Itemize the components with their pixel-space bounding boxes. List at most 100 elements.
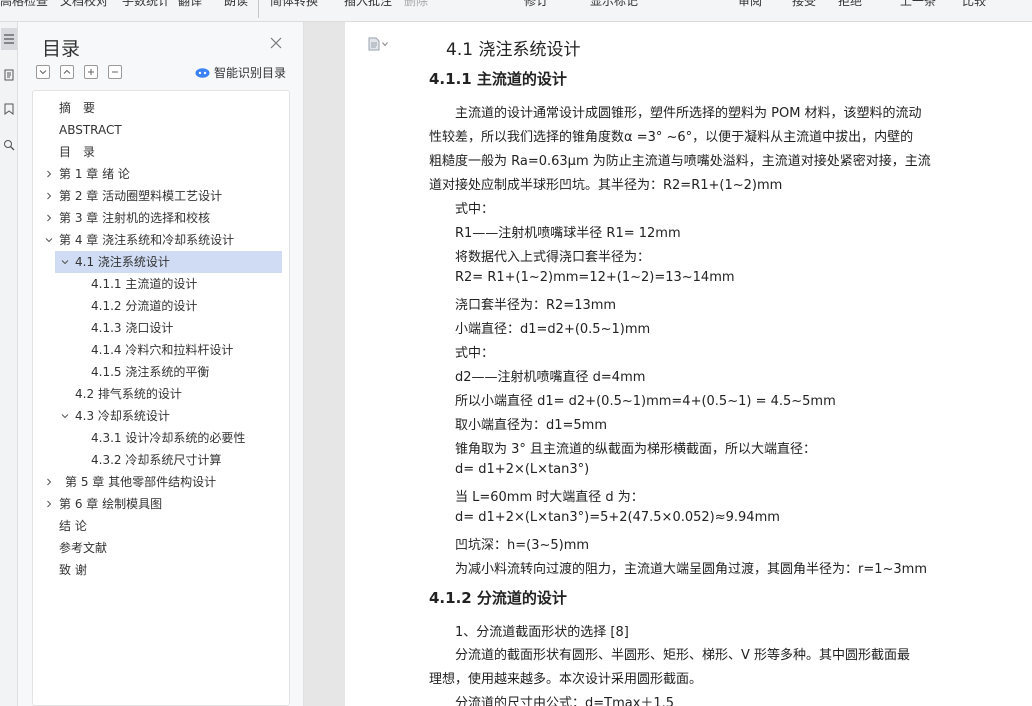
toc-item[interactable]: 4.1.5 浇注系统的平衡 — [33, 361, 289, 383]
toc-controls — [36, 65, 122, 79]
toc-item-label: 致 谢 — [59, 563, 87, 577]
toc-item[interactable]: 4.3 冷却系统设计 — [33, 405, 289, 427]
toc-item[interactable]: 4.1.2 分流道的设计 — [33, 295, 289, 317]
toc-item[interactable]: 第 1 章 绪 论 — [33, 163, 289, 185]
toc-item-label: ABSTRACT — [59, 123, 122, 137]
ribbon-item[interactable]: 翻译 — [178, 0, 202, 9]
chevron-right-icon[interactable] — [43, 207, 55, 229]
chevron-down-icon — [39, 70, 47, 75]
ribbon-item[interactable]: 拒绝 — [838, 0, 862, 9]
caret-down-icon — [382, 42, 388, 47]
close-toc-button[interactable] — [268, 35, 284, 51]
toc-item[interactable]: 摘 要 — [33, 97, 289, 119]
toc-item[interactable]: 参考文献 — [33, 537, 289, 559]
doc-paragraph: 当 L=60mm 时大端直径 d 为： — [455, 490, 644, 505]
toc-item[interactable]: 4.1.4 冷料穴和拉料杆设计 — [33, 339, 289, 361]
remove-heading-button[interactable] — [108, 65, 122, 79]
toc-item-selected[interactable]: 4.1 浇注系统设计 — [55, 251, 282, 273]
doc-paragraph: 所以小端直径 d1= d2+(0.5~1)mm=4+(0.5~1) = 4.5~… — [455, 394, 836, 409]
ribbon-item[interactable]: 修订 — [524, 0, 548, 9]
toc-item[interactable]: 4.1.3 浇口设计 — [33, 317, 289, 339]
ribbon-item[interactable]: 上一条 — [900, 0, 936, 9]
doc-paragraph: 式中： — [455, 346, 495, 361]
ribbon-item[interactable]: 朗读 — [224, 0, 248, 9]
toc-item[interactable]: 结 论 — [33, 515, 289, 537]
ribbon-item[interactable]: 高格检查 — [0, 0, 48, 9]
doc-paragraph: d= d1+2×(L×tan3°) — [455, 462, 590, 477]
toc-item[interactable]: 致 谢 — [33, 559, 289, 581]
doc-paragraph: 性较差，所以我们选择的锥角度数α =3° ~6°，以便于凝料从主流道中拔出，内壁… — [429, 130, 914, 145]
ribbon-item[interactable]: 插入批注 — [344, 0, 392, 9]
doc-paragraph: 道对接处应制成半球形凹坑。其半径为：R2=R1+(1~2)mm — [429, 178, 783, 193]
doc-paragraph: 式中： — [455, 202, 495, 217]
list-icon — [4, 34, 14, 44]
ribbon-item[interactable]: 文档校对 — [60, 0, 108, 9]
toc-item-label: 4.3 冷却系统设计 — [75, 409, 170, 423]
doc-paragraph: R1——注射机喷嘴球半径 R1= 12mm — [455, 226, 681, 241]
doc-paragraph: 将数据代入上式得浇口套半径为： — [455, 250, 651, 265]
toc-item[interactable]: 第 5 章 其他零部件结构设计 — [33, 471, 289, 493]
smart-toc-button[interactable]: 智能识别目录 — [195, 64, 286, 81]
page-options-button[interactable] — [368, 37, 388, 51]
ribbon-item[interactable]: 比较 — [962, 0, 986, 9]
chevron-right-icon[interactable] — [43, 185, 55, 207]
chevron-right-icon[interactable] — [43, 163, 55, 185]
toc-item[interactable]: 4.2 排气系统的设计 — [33, 383, 289, 405]
bookmark-icon — [4, 103, 14, 115]
toc-item-label: 4.1.4 冷料穴和拉料杆设计 — [91, 343, 234, 357]
ribbon-item[interactable]: 简体转换 — [270, 0, 318, 9]
ribbon-item[interactable]: 显示标记 — [590, 0, 638, 9]
toc-item-label: 4.3.1 设计冷却系统的必要性 — [91, 431, 246, 445]
doc-heading: 4.1 浇注系统设计 — [446, 40, 581, 60]
doc-paragraph: 分流道的截面形状有圆形、半圆形、矩形、梯形、V 形等多种。其中圆形截面最 — [455, 648, 911, 663]
toc-list: 摘 要 ABSTRACT 目 录 第 1 章 绪 论 第 2 章 活动圈塑料模工… — [32, 90, 290, 706]
search-icon — [4, 140, 15, 151]
collapse-all-button[interactable] — [60, 65, 74, 79]
toc-item-label: 参考文献 — [59, 541, 108, 555]
minus-icon — [112, 71, 118, 73]
chevron-right-icon[interactable] — [43, 493, 55, 515]
chevron-down-icon[interactable] — [43, 229, 55, 251]
doc-paragraph: d= d1+2×(L×tan3°)=5+2(47.5×0.052)≈9.94mm — [455, 510, 780, 525]
pages-panel-button[interactable] — [1, 64, 17, 86]
doc-paragraph: 分流道的尺寸由公式：d=Tmax＋1.5 — [455, 696, 675, 706]
chevron-right-icon[interactable] — [43, 471, 55, 493]
toc-item[interactable]: 第 6 章 绘制模具图 — [33, 493, 289, 515]
ribbon-toolbar: 高格检查 文档校对 手数统计 翻译 朗读 简体转换 插入批注 删除 修订 显示标… — [0, 0, 1032, 22]
ribbon-item[interactable]: 手数统计 — [122, 0, 170, 9]
doc-subheading: 4.1.1 主流道的设计 — [429, 70, 567, 88]
ribbon-separator — [258, 0, 259, 18]
ribbon-item[interactable]: 接受 — [792, 0, 816, 9]
toc-item[interactable]: 4.3.2 冷却系统尺寸计算 — [33, 449, 289, 471]
toc-item[interactable]: 目 录 — [33, 141, 289, 163]
expand-all-button[interactable] — [36, 65, 50, 79]
toc-item[interactable]: 第 3 章 注射机的选择和校核 — [33, 207, 289, 229]
search-panel-button[interactable] — [1, 134, 17, 156]
plus-icon — [88, 69, 94, 75]
doc-paragraph: R2= R1+(1~2)mm=12+(1~2)=13~14mm — [455, 270, 735, 285]
doc-paragraph: 为减小料流转向过渡的阻力，主流道大端呈圆角过渡，其圆角半径为：r=1~3mm — [455, 562, 927, 577]
toc-item-label: 目 录 — [59, 145, 96, 159]
toc-item-label: 第 5 章 其他零部件结构设计 — [65, 475, 217, 489]
chevron-down-icon[interactable] — [59, 251, 71, 273]
toc-item[interactable]: ABSTRACT — [33, 119, 289, 141]
toc-panel-button[interactable] — [1, 28, 17, 50]
toc-item-label: 4.1.5 浇注系统的平衡 — [91, 365, 210, 379]
page-icon — [4, 69, 14, 81]
cloud-ai-icon — [195, 68, 210, 78]
doc-paragraph: 锥角取为 3° 且主流道的纵截面为梯形横截面，所以大端直径： — [455, 442, 817, 457]
toc-item[interactable]: 4.3.1 设计冷却系统的必要性 — [33, 427, 289, 449]
toc-item[interactable]: 第 2 章 活动圈塑料模工艺设计 — [33, 185, 289, 207]
chevron-down-icon[interactable] — [59, 405, 71, 427]
toc-item[interactable]: 4.1.1 主流道的设计 — [33, 273, 289, 295]
smart-toc-label: 智能识别目录 — [214, 66, 287, 80]
toc-item-label: 摘 要 — [59, 101, 96, 115]
toc-item-label: 4.1.1 主流道的设计 — [91, 277, 198, 291]
add-heading-button[interactable] — [84, 65, 98, 79]
toc-item-label: 4.1.3 浇口设计 — [91, 321, 174, 335]
ribbon-item[interactable]: 删除 — [404, 0, 428, 9]
ribbon-item[interactable]: 审阅 — [738, 0, 762, 9]
doc-paragraph: 小端直径：d1=d2+(0.5~1)mm — [455, 322, 651, 337]
toc-item[interactable]: 第 4 章 浇注系统和冷却系统设计 — [33, 229, 289, 251]
bookmark-panel-button[interactable] — [1, 98, 17, 120]
